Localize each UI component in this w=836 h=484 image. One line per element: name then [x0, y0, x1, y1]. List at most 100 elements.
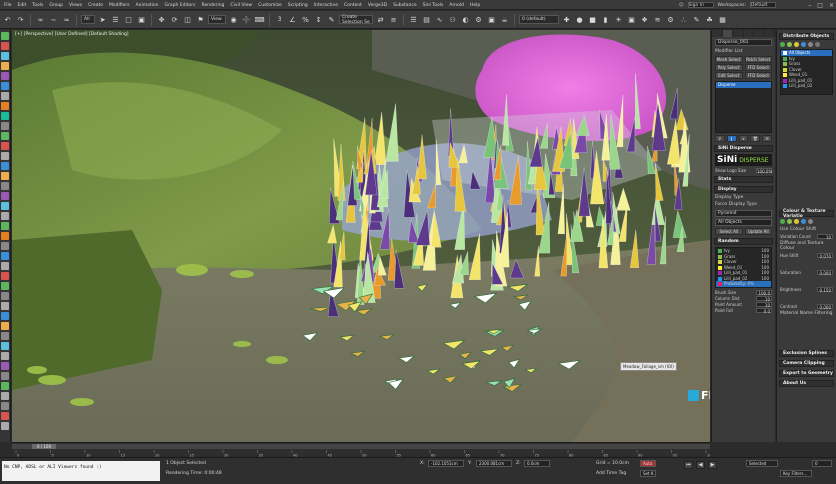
display-rollout[interactable]: Display [714, 186, 773, 193]
pin-stack-icon[interactable]: ⚲ [715, 135, 725, 142]
selected-dropdown[interactable]: Selected [746, 460, 778, 467]
place-icon[interactable]: ⚑ [195, 14, 206, 25]
rotate-icon[interactable]: ⟳ [169, 14, 180, 25]
tab-modify[interactable] [722, 30, 733, 37]
unlink-icon[interactable]: ∼ [48, 14, 59, 25]
menu-item-animation[interactable]: Animation [136, 3, 159, 8]
modifier-poly-select-button[interactable]: Poly Select [715, 64, 743, 71]
modifier-edit-select-button[interactable]: Edit Select [715, 72, 743, 79]
scene-tool-icon[interactable] [1, 422, 9, 430]
menu-item-tools[interactable]: Tools [32, 3, 43, 8]
user-icon[interactable]: ☺ [679, 3, 684, 8]
menu-item-scripting[interactable]: Scripting [288, 3, 308, 8]
material-editor-icon[interactable]: ◐ [460, 14, 471, 25]
tab-display[interactable] [754, 30, 765, 37]
paint-fall-field[interactable]: 0.0 [756, 307, 772, 314]
undo-icon[interactable]: ↶ [2, 14, 13, 25]
scene-tool-icon[interactable] [1, 172, 9, 180]
bind-icon[interactable]: ≈ [61, 14, 72, 25]
colour-swatch[interactable] [718, 260, 722, 264]
modifier-list-label[interactable]: Modifier List [712, 48, 775, 55]
scene-tool-icon[interactable] [1, 182, 9, 190]
time-slider[interactable]: 0 / 100 [12, 444, 710, 449]
green-dot-icon[interactable] [780, 219, 785, 224]
update-all-button[interactable]: Update All [744, 228, 772, 235]
distribute-list-item[interactable]: Lilli_pad_02 [781, 83, 832, 89]
x-coord-field[interactable]: -102.1051cm [428, 460, 464, 467]
random-list-item[interactable]: Probability: 0% [716, 281, 771, 287]
exclusion-splines-rollout[interactable]: Exclusion Splines [779, 350, 834, 357]
grey-dot-icon[interactable] [808, 42, 813, 47]
move-icon[interactable]: ✥ [156, 14, 167, 25]
angle-snap-icon[interactable]: ∠ [287, 14, 298, 25]
menu-item-arnold[interactable]: Arnold [449, 3, 464, 8]
scene-tool-icon[interactable] [1, 92, 9, 100]
time-slider-handle[interactable]: 0 / 100 [32, 444, 56, 449]
scene-tool-icon[interactable] [1, 392, 9, 400]
random-rollout[interactable]: Random [714, 238, 773, 245]
scatter-icon[interactable]: ∴ [678, 14, 689, 25]
variation-count-field[interactable]: 10 [817, 234, 833, 240]
set-key-button[interactable]: Set K. [640, 470, 656, 477]
scene-tool-icon[interactable] [1, 102, 9, 110]
link-icon[interactable]: ∞ [35, 14, 46, 25]
layer-explorer-icon[interactable]: ☰ [408, 14, 419, 25]
blue-dot-icon[interactable] [801, 42, 806, 47]
scene-tool-icon[interactable] [1, 132, 9, 140]
make-unique-icon[interactable]: ∨ [738, 135, 749, 142]
stats-rollout[interactable]: Stats [714, 176, 773, 183]
column-dist-field[interactable]: 10 [756, 295, 772, 302]
scene-tool-icon[interactable] [1, 302, 9, 310]
layer-dropdown[interactable]: 0 (default) [519, 15, 559, 24]
maximize-icon[interactable]: □ [817, 2, 823, 9]
green-dot-icon[interactable] [787, 42, 792, 47]
spinner-snap-icon[interactable]: ↕ [313, 14, 324, 25]
reference-coord-dropdown[interactable]: View [208, 15, 226, 24]
render-setup-icon[interactable]: ⚙ [473, 14, 484, 25]
scene-tool-icon[interactable] [1, 402, 9, 410]
brush-size-field[interactable]: 100.0 [756, 289, 772, 296]
cylinder-icon[interactable]: ▮ [600, 14, 611, 25]
scene-tool-icon[interactable] [1, 292, 9, 300]
scene-tool-icon[interactable] [1, 262, 9, 270]
scene-tool-icon[interactable] [1, 272, 9, 280]
tab-hierarchy[interactable] [733, 30, 744, 37]
redo-icon[interactable]: ↷ [15, 14, 26, 25]
menu-item-sini-tools[interactable]: Sini Tools [423, 3, 444, 8]
export-geometry-rollout[interactable]: Export to Geometry [779, 370, 834, 377]
select-manipulate-icon[interactable]: ➕ [241, 14, 252, 25]
add-layer-icon[interactable]: ✚ [561, 14, 572, 25]
force-display-checkbox[interactable]: Force Display Type [712, 201, 775, 208]
tab-create[interactable] [712, 30, 723, 37]
light-icon[interactable]: ☀ [613, 14, 624, 25]
close-icon[interactable]: × [829, 2, 834, 9]
box-icon[interactable]: ■ [587, 14, 598, 25]
mirror-icon[interactable]: ⇄ [375, 14, 386, 25]
menu-item-modifiers[interactable]: Modifiers [109, 3, 130, 8]
modifier-ffd-select-button[interactable]: FFD Select [744, 72, 772, 79]
menu-item-content[interactable]: Content [344, 3, 362, 8]
distribute-object-list[interactable]: All Objects Ivy Grass Clover Weed_01 Lilli_pa… [780, 49, 833, 95]
toggle-ribbon-icon[interactable]: ▤ [421, 14, 432, 25]
green-dot-icon[interactable] [787, 219, 792, 224]
scene-tool-icon[interactable] [1, 52, 9, 60]
scene-tool-icon[interactable] [1, 372, 9, 380]
sphere-icon[interactable]: ● [574, 14, 585, 25]
scene-tool-icon[interactable] [1, 72, 9, 80]
prev-frame-icon[interactable]: ◀ [696, 461, 705, 469]
grid-icon[interactable]: ▦ [717, 14, 728, 25]
scene-tool-icon[interactable] [1, 62, 9, 70]
modifier-stack[interactable]: Disperse [715, 81, 772, 133]
menu-item-interactive[interactable]: Interactive [314, 3, 338, 8]
scene-tool-icon[interactable] [1, 112, 9, 120]
helper-icon[interactable]: ❖ [639, 14, 650, 25]
curve-editor-icon[interactable]: ∿ [434, 14, 445, 25]
y-coord-field[interactable]: 2300.081cm [476, 460, 512, 467]
random-object-list[interactable]: Ivy 100 Grass 100 Clover 100 Weed_01 100 Lilli_p… [715, 247, 772, 288]
scene-tool-icon[interactable] [1, 202, 9, 210]
menu-item-help[interactable]: Help [470, 3, 480, 8]
modifier-mesh-select-button[interactable]: Mesh Select [715, 56, 743, 63]
use-colour-shift-checkbox[interactable]: Use Colour Shift [777, 226, 836, 233]
scene-tool-icon[interactable] [1, 192, 9, 200]
camera-clipping-rollout[interactable]: Camera Clipping [779, 360, 834, 367]
